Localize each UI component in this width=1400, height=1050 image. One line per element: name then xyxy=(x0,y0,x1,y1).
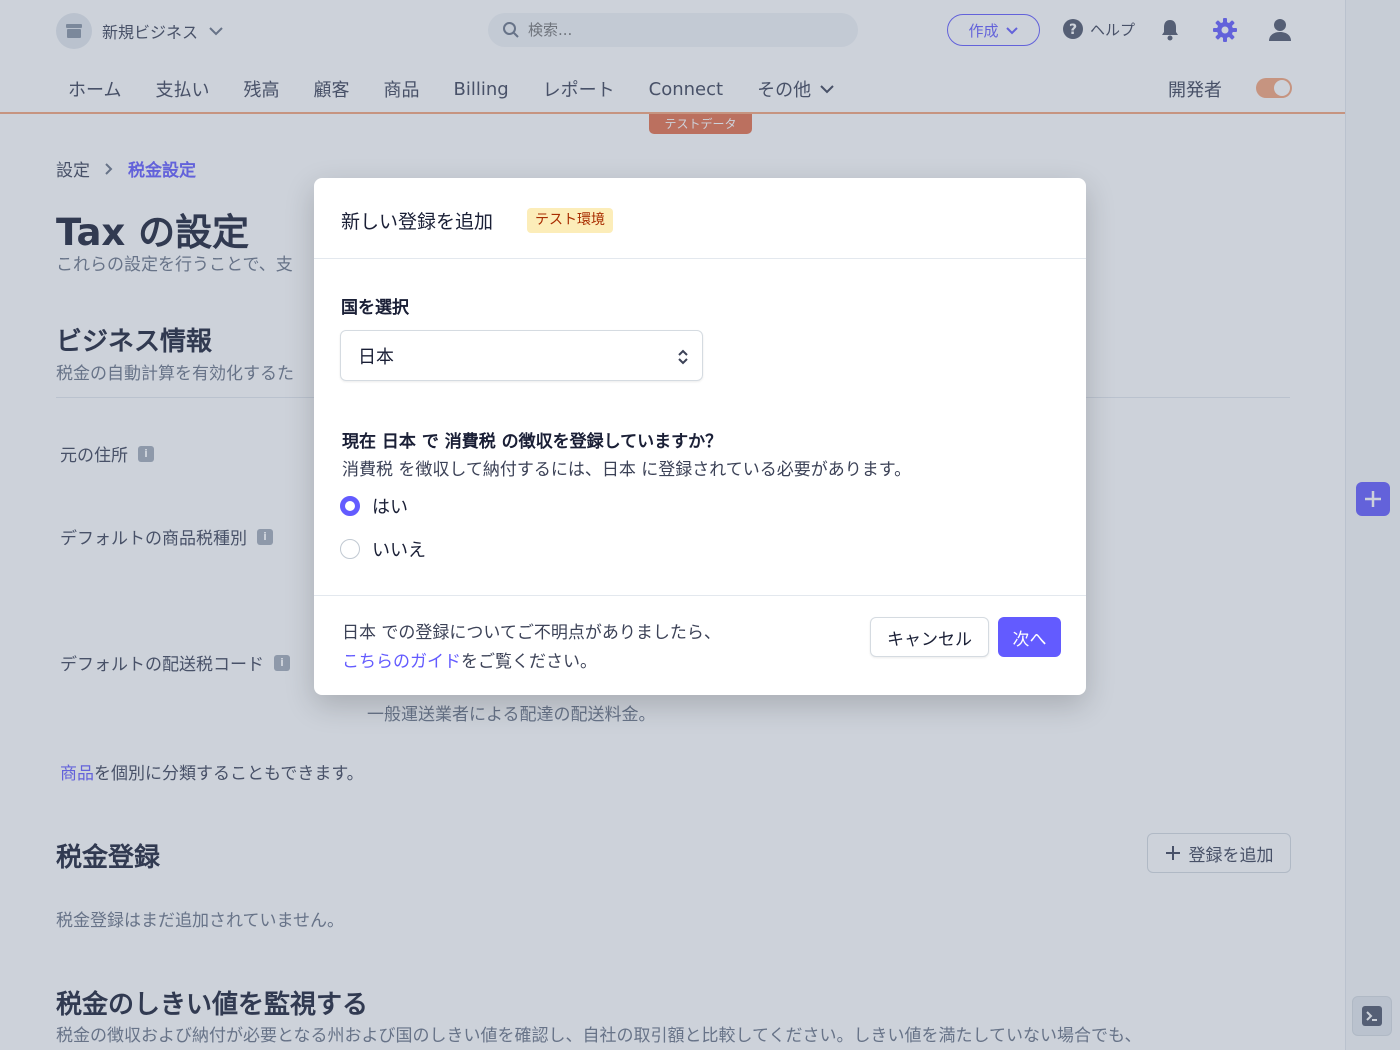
guide-link[interactable]: こちらのガイド xyxy=(342,652,461,672)
select-caret-icon xyxy=(678,349,688,365)
modal-header: 新しい登録を追加 テスト環境 xyxy=(314,178,1086,259)
radio-yes[interactable] xyxy=(340,496,360,516)
country-label: 国を選択 xyxy=(341,298,409,318)
footer-help-text: 日本 での登録についてご不明点がありましたら、 こちらのガイドをご覧ください。 xyxy=(342,619,721,677)
next-button[interactable]: 次へ xyxy=(998,617,1061,657)
radio-option-yes[interactable]: はい xyxy=(340,493,408,519)
footer-text-2: をご覧ください。 xyxy=(461,652,597,672)
test-environment-badge: テスト環境 xyxy=(527,208,613,233)
modal-title: 新しい登録を追加 xyxy=(341,211,494,233)
radio-no-label: いいえ xyxy=(372,540,426,561)
radio-yes-label: はい xyxy=(372,497,408,518)
radio-no[interactable] xyxy=(340,539,360,559)
country-select[interactable]: 日本 xyxy=(340,330,703,381)
registration-question: 現在 日本 で 消費税 の徴収を登録していますか？ xyxy=(342,432,723,452)
cancel-button[interactable]: キャンセル xyxy=(870,617,989,657)
add-registration-modal: 新しい登録を追加 テスト環境 国を選択 日本 現在 日本 で 消費税 の徴収を登… xyxy=(314,178,1086,695)
registration-question-subtext: 消費税 を徴収して納付するには、日本 に登録されている必要があります。 xyxy=(342,460,912,480)
country-select-value: 日本 xyxy=(358,346,394,368)
footer-text-1: 日本 での登録についてご不明点がありましたら、 xyxy=(342,623,721,643)
modal-footer: 日本 での登録についてご不明点がありましたら、 こちらのガイドをご覧ください。 … xyxy=(314,595,1086,695)
radio-option-no[interactable]: いいえ xyxy=(340,536,426,562)
